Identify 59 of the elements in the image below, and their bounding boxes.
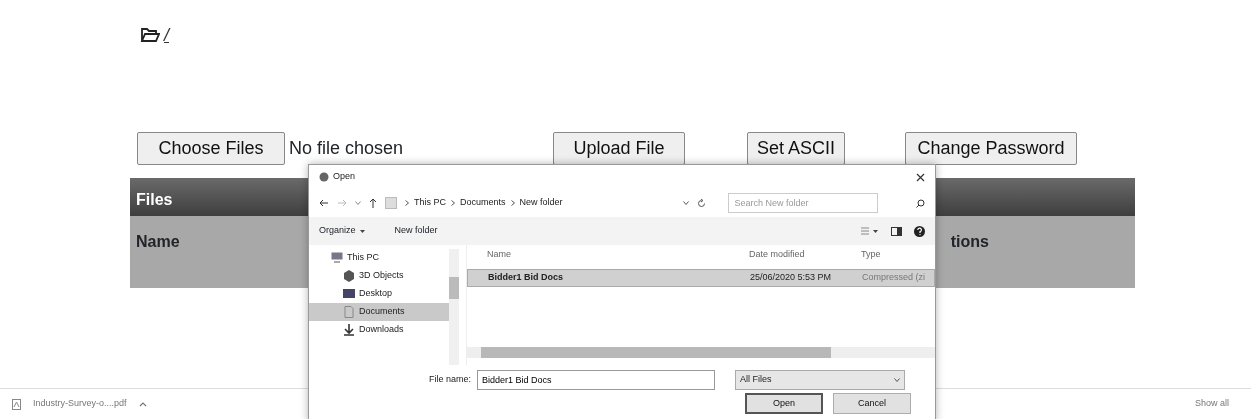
file-type-dropdown[interactable]: All Files bbox=[735, 370, 906, 390]
search-icon[interactable] bbox=[916, 198, 925, 208]
help-icon[interactable] bbox=[914, 225, 925, 237]
chevron-down-icon[interactable] bbox=[355, 201, 361, 205]
breadcrumb-item[interactable]: This PC bbox=[414, 196, 446, 210]
file-status: No file chosen bbox=[289, 136, 404, 160]
pdf-file-icon bbox=[12, 398, 21, 410]
chevron-right-icon bbox=[451, 200, 455, 206]
file-row[interactable]: Bidder1 Bid Docs 25/06/2020 5:53 PM Compressed (zi bbox=[467, 269, 935, 287]
column-header[interactable]: Date modified bbox=[749, 248, 861, 262]
download-arrow-icon bbox=[343, 324, 355, 336]
column-header: Name bbox=[136, 232, 180, 252]
download-item[interactable]: Industry-Survey-o....pdf bbox=[33, 397, 127, 411]
set-ascii-button[interactable]: Set ASCII bbox=[747, 131, 846, 165]
document-icon bbox=[343, 306, 355, 318]
scrollbar[interactable] bbox=[449, 249, 459, 365]
nav-item[interactable]: 3D Objects bbox=[309, 267, 449, 285]
search-field[interactable]: Search New folder bbox=[727, 193, 878, 213]
caret-down-icon bbox=[359, 229, 365, 233]
monitor-icon bbox=[343, 288, 355, 300]
scrollbar-thumb[interactable] bbox=[449, 277, 459, 299]
nav-item[interactable]: Downloads bbox=[309, 321, 449, 339]
column-header[interactable]: Type bbox=[861, 248, 881, 262]
folder-icon bbox=[140, 26, 160, 43]
chevron-right-icon bbox=[405, 200, 409, 206]
back-arrow-icon[interactable] bbox=[319, 199, 329, 207]
view-options-icon[interactable] bbox=[861, 227, 879, 235]
chevron-down-icon[interactable] bbox=[682, 201, 689, 205]
up-arrow-icon[interactable] bbox=[369, 198, 377, 208]
breadcrumb-item[interactable]: New folder bbox=[519, 196, 563, 210]
caret-up-icon[interactable] bbox=[138, 401, 147, 407]
dialog-title: Open bbox=[333, 170, 356, 184]
organize-button[interactable]: Organize bbox=[319, 224, 365, 238]
app-icon bbox=[319, 172, 329, 182]
cancel-button[interactable]: Cancel bbox=[833, 393, 911, 414]
scrollbar-thumb[interactable] bbox=[481, 347, 831, 358]
new-folder-button[interactable]: New folder bbox=[394, 224, 438, 238]
open-button[interactable]: Open bbox=[745, 393, 823, 414]
file-name-label: File name: bbox=[429, 373, 472, 387]
change-password-button[interactable]: Change Password bbox=[905, 131, 1078, 165]
refresh-icon[interactable] bbox=[696, 198, 706, 208]
chevron-down-icon bbox=[894, 378, 901, 382]
preview-pane-icon[interactable] bbox=[891, 226, 902, 236]
nav-item[interactable]: This PC bbox=[309, 249, 449, 267]
path-link[interactable]: / bbox=[164, 26, 169, 44]
nav-item[interactable]: Desktop bbox=[309, 285, 449, 303]
file-name-field[interactable]: Bidder1 Bid Docs bbox=[477, 370, 716, 390]
scrollbar[interactable] bbox=[467, 347, 935, 358]
upload-file-button[interactable]: Upload File bbox=[553, 131, 686, 165]
cube-icon bbox=[343, 270, 355, 282]
show-all-link[interactable]: Show all bbox=[1194, 397, 1229, 411]
column-header[interactable]: Name bbox=[487, 248, 749, 262]
choose-files-button[interactable]: Choose Files bbox=[137, 131, 285, 165]
column-header: tions bbox=[950, 232, 989, 252]
table-title: Files bbox=[136, 191, 173, 208]
close-icon[interactable] bbox=[916, 172, 925, 182]
chevron-right-icon bbox=[510, 200, 515, 206]
breadcrumb-item[interactable]: Documents bbox=[460, 196, 506, 210]
nav-item[interactable]: Documents bbox=[309, 303, 449, 321]
